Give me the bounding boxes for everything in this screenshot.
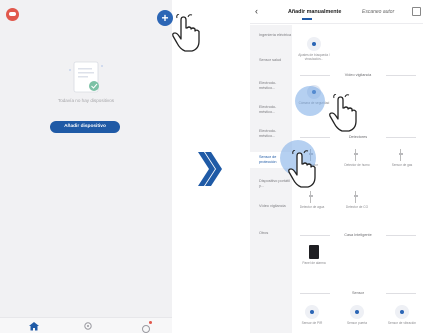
- sidebar-item-others[interactable]: Otros: [250, 231, 292, 236]
- header: ‹ Añadir manualmente Escaneo autor: [250, 0, 423, 24]
- sidebar-item-health[interactable]: Sensor salud: [250, 58, 292, 63]
- empty-message: Todavía no hay dispositivos: [57, 98, 115, 103]
- pir-sensor-icon: [305, 305, 319, 319]
- tap-hand-icon: [288, 150, 316, 188]
- tab-indicator: [302, 18, 312, 20]
- device-label: Sensor de gas: [391, 163, 413, 167]
- scan-icon[interactable]: [412, 7, 421, 16]
- chevron-right-icon: [198, 152, 222, 186]
- device-tile-door[interactable]: Sensor puerta: [341, 305, 373, 325]
- sidebar-item-appliance-3[interactable]: Electrodo-méstico...: [250, 129, 292, 139]
- profile-nav-item[interactable]: [140, 321, 152, 333]
- device-tile-gas[interactable]: Sensor de gas: [386, 149, 418, 167]
- back-icon[interactable]: ‹: [255, 6, 258, 16]
- tab-scan[interactable]: Escaneo autor: [362, 9, 394, 15]
- sidebar-item-appliance-2[interactable]: Electrodo-méstico...: [250, 105, 292, 115]
- device-icon: [307, 37, 321, 51]
- device-tile-vibration[interactable]: Sensor de vibración: [386, 305, 418, 325]
- device-tile[interactable]: Ajustes de búsqueda / vinculación...: [298, 37, 330, 61]
- gear-icon[interactable]: [82, 321, 94, 331]
- tap-hand-icon: [172, 14, 200, 52]
- gas-sensor-icon: [399, 149, 404, 161]
- alarm-panel-icon: [309, 245, 319, 259]
- device-label: Detector de humo: [344, 163, 370, 167]
- door-sensor-icon: [350, 305, 364, 319]
- device-tile-smoke[interactable]: Detector de humo: [341, 149, 373, 167]
- section-smart-home: Casa Inteligente: [300, 233, 416, 237]
- empty-devices-illustration-icon: [69, 61, 103, 93]
- section-sensor: Sensor: [300, 291, 416, 295]
- device-label: Sensor de vibración: [387, 321, 417, 325]
- bottom-nav: [0, 317, 172, 333]
- sidebar-item-video[interactable]: Vídeo vigilancia: [250, 204, 292, 209]
- home-icon[interactable]: [28, 321, 40, 331]
- add-device-screen: ‹ Añadir manualmente Escaneo autor Ingen…: [250, 0, 423, 333]
- device-label: Panel de alarma: [302, 261, 326, 265]
- sidebar-item-engineering[interactable]: Ingeniería eléctrica: [250, 33, 292, 38]
- device-tile-co[interactable]: Detector de CO: [341, 191, 373, 209]
- device-tile-alarm-panel[interactable]: Panel de alarma: [298, 245, 330, 265]
- tab-manual[interactable]: Añadir manualmente: [288, 9, 341, 15]
- home-screen: + Todavía no hay dispositivos Añadir dis…: [0, 0, 173, 333]
- section-detectors: Detectores: [300, 135, 416, 139]
- device-label: Sensor de PIR: [301, 321, 323, 325]
- screenshot: + Todavía no hay dispositivos Añadir dis…: [0, 0, 423, 333]
- tap-highlight: [295, 86, 325, 116]
- smoke-detector-icon: [354, 149, 359, 161]
- co-detector-icon: [354, 191, 359, 203]
- device-label: Detector de agua: [299, 205, 325, 209]
- device-label: Ajustes de búsqueda / vinculación...: [298, 53, 330, 61]
- section-video: Vídeo vigilancia: [300, 73, 416, 77]
- device-tile-pir[interactable]: Sensor de PIR: [296, 305, 328, 325]
- water-detector-icon: [309, 191, 314, 203]
- notification-badge: [149, 321, 152, 324]
- add-device-button[interactable]: Añadir dispositivo: [50, 121, 120, 133]
- avatar[interactable]: [6, 8, 19, 21]
- device-tile-water[interactable]: Detector de agua: [296, 191, 328, 209]
- device-label: Sensor puerta: [346, 321, 368, 325]
- device-label: Detector de CO: [345, 205, 369, 209]
- vibration-sensor-icon: [395, 305, 409, 319]
- tap-hand-icon: [329, 94, 357, 132]
- user-icon: [142, 325, 150, 333]
- sidebar-item-appliance-1[interactable]: Electrodo-méstico...: [250, 81, 292, 91]
